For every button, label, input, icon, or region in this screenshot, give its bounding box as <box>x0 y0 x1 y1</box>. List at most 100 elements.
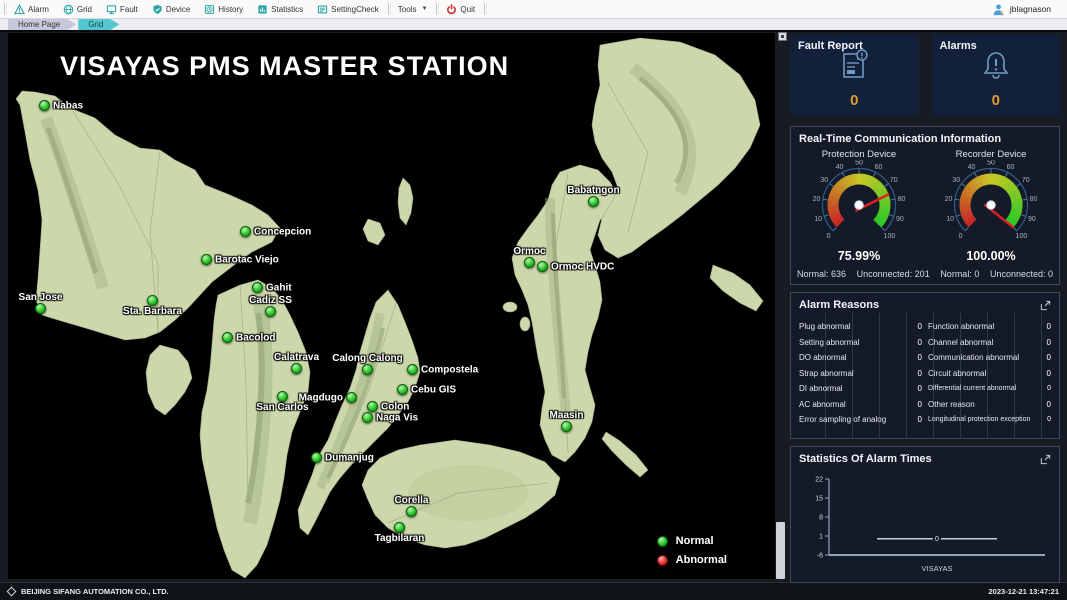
svg-text:8: 8 <box>819 515 823 522</box>
reason-value: 0 <box>1039 385 1051 392</box>
svg-text:30: 30 <box>820 177 828 184</box>
reason-row: Circuit abnormal0 <box>928 366 1051 382</box>
reason-label: Channel abnormal <box>928 338 1039 347</box>
station-ormoc-hvdc[interactable]: Ormoc HVDC <box>537 261 548 272</box>
station-corella[interactable]: Corella <box>406 506 417 517</box>
station-babatngon[interactable]: Babatngon <box>588 196 599 207</box>
station-san-jose[interactable]: San Jose <box>35 303 46 314</box>
statistics-button[interactable]: Statistics <box>250 1 310 18</box>
island-panaon <box>602 432 648 477</box>
history-button[interactable]: History <box>197 1 250 18</box>
station-status-dot <box>147 295 158 306</box>
reason-label: Plug abnormal <box>799 322 910 331</box>
station-label: Tagbilaran <box>375 533 425 544</box>
visayas-map[interactable]: VISAYAS PMS MASTER STATION NabasConcepci… <box>8 33 775 579</box>
tab-grid[interactable]: Grid <box>78 19 119 30</box>
svg-text:-6: -6 <box>817 553 823 560</box>
alarm-reasons-panel: Alarm Reasons Plug abnormal 0 Function abn… <box>790 292 1060 439</box>
station-status-dot <box>311 452 322 463</box>
station-san-carlos[interactable]: San Carlos <box>277 391 288 402</box>
reason-row: Other reason0 <box>928 397 1051 413</box>
tools-menu-button[interactable]: Tools ▼ <box>391 1 435 18</box>
station-label: San Carlos <box>256 402 308 413</box>
reason-label: Communication abnormal <box>928 353 1039 362</box>
station-ormoc[interactable]: Ormoc <box>524 257 535 268</box>
station-calatrava[interactable]: Calatrava <box>291 363 302 374</box>
reason-row: Setting abnormal0 <box>799 335 922 351</box>
right-panel: Fault Report 0 Alarms <box>790 35 1060 580</box>
vertical-scrollbar[interactable] <box>776 42 785 579</box>
station-maasin[interactable]: Maasin <box>561 421 572 432</box>
reason-label: Function abnormal <box>928 322 1039 331</box>
svg-text:50: 50 <box>855 160 863 167</box>
toolbar-separator <box>4 3 5 15</box>
main-toolbar: AlarmGridFaultDeviceHistoryStatisticsSet… <box>0 0 1067 19</box>
reason-label: AC abnormal <box>799 400 910 409</box>
station-dumanjug[interactable]: Dumanjug <box>311 452 322 463</box>
quit-button[interactable]: Quit <box>439 1 482 18</box>
svg-text:80: 80 <box>1030 196 1038 203</box>
user-account[interactable]: jblagnason <box>992 3 1065 16</box>
terrain-bohol-patch <box>408 465 528 521</box>
username: jblagnason <box>1010 4 1051 14</box>
company-name: BEIJING SIFANG AUTOMATION CO., LTD. <box>21 587 169 596</box>
station-label: Concepcion <box>254 226 311 237</box>
reason-label: Strap abnormal <box>799 369 910 378</box>
reason-row: Longitudinal protection exception0 <box>928 412 1051 428</box>
svg-text:40: 40 <box>836 164 844 171</box>
expand-icon[interactable] <box>1040 454 1051 465</box>
tab-home-page[interactable]: Home Page <box>8 19 76 30</box>
station-bacolod[interactable]: Bacolod <box>222 332 233 343</box>
legend-abnormal: Abnormal <box>657 554 727 566</box>
station-colon[interactable]: Colon <box>367 401 378 412</box>
svg-text:10: 10 <box>946 216 954 223</box>
monitor-icon <box>106 4 117 15</box>
reason-row: Communication abnormal0 <box>928 350 1051 366</box>
scrollbar-thumb[interactable] <box>776 522 785 579</box>
alarms-card[interactable]: Alarms 0 <box>932 35 1061 115</box>
reason-value: 0 <box>1039 353 1051 362</box>
reason-row: Differential current abnormal0 <box>928 381 1051 397</box>
gauge-column-recorder-device: Recorder Device0102030405060708090100100… <box>927 147 1055 263</box>
fault-button[interactable]: Fault <box>99 1 145 18</box>
expand-icon[interactable] <box>1040 300 1051 311</box>
station-cebu-gis[interactable]: Cebu GIS <box>397 384 408 395</box>
station-label: San Jose <box>19 292 63 303</box>
alarm-button[interactable]: Alarm <box>7 1 56 18</box>
reason-value: 0 <box>910 415 922 424</box>
device-button[interactable]: Device <box>145 1 197 18</box>
alarm-times-chart: 221581-60VISAYAS <box>793 469 1057 577</box>
station-status-dot <box>240 226 251 237</box>
legend-label: Abnormal <box>676 554 727 566</box>
toolbar-separator <box>388 3 389 15</box>
station-naga-vis[interactable]: Naga Vis <box>362 412 373 423</box>
fault-report-card[interactable]: Fault Report 0 <box>790 35 919 115</box>
bar-chart-icon <box>257 4 268 15</box>
grid-button[interactable]: Grid <box>56 1 99 18</box>
reason-row: DI abnormal0 <box>799 381 922 397</box>
station-calong-calong[interactable]: Calong Calong <box>362 364 373 375</box>
station-label: Dumanjug <box>325 452 374 463</box>
station-sta-barbara[interactable]: Sta. Barbara <box>147 295 158 306</box>
alarm-reasons-title: Alarm Reasons <box>791 293 1059 313</box>
gauge-label: Protection Device <box>795 149 923 160</box>
svg-text:60: 60 <box>1007 164 1015 171</box>
warning-triangle-icon <box>14 4 25 15</box>
station-barotac-viejo[interactable]: Barotac Viejo <box>201 254 212 265</box>
station-status-dot <box>524 257 535 268</box>
station-label: Bacolod <box>236 332 275 343</box>
station-concepcion[interactable]: Concepcion <box>240 226 251 237</box>
reason-value: 0 <box>910 369 922 378</box>
station-gahit[interactable]: Gahit <box>252 282 263 293</box>
panel-collapse-handle[interactable] <box>778 32 787 41</box>
station-magdugo[interactable]: Magdugo <box>346 392 357 403</box>
svg-text:100: 100 <box>884 233 896 240</box>
station-label: Nabas <box>53 100 83 111</box>
station-tagbilaran[interactable]: Tagbilaran <box>394 522 405 533</box>
comm-stat: Normal: 0 <box>940 269 979 279</box>
station-cadiz-ss[interactable]: Cadiz SS <box>265 306 276 317</box>
settingcheck-button[interactable]: SettingCheck <box>310 1 386 18</box>
station-compostela[interactable]: Compostela <box>407 364 418 375</box>
station-nabas[interactable]: Nabas <box>39 100 50 111</box>
reason-label: DI abnormal <box>799 384 910 393</box>
